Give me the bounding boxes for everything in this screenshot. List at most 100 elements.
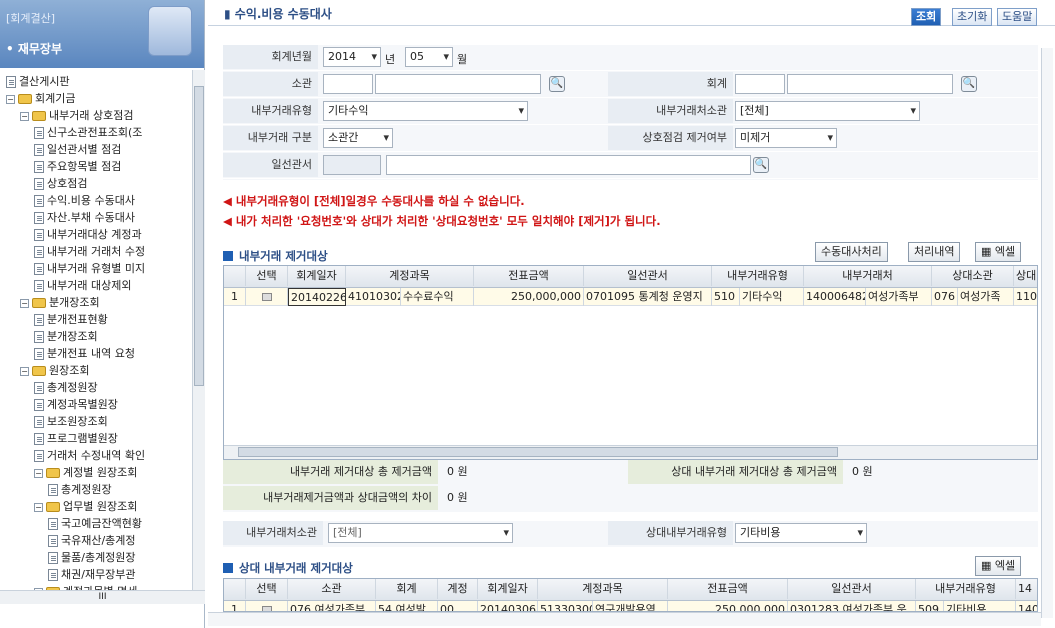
history-button[interactable]: 처리내역: [908, 242, 961, 262]
tree-item[interactable]: 국유재산/총계정: [48, 533, 136, 549]
column-header[interactable]: 상대: [1014, 266, 1037, 286]
column-header[interactable]: 계정과목: [346, 266, 474, 286]
tree-item[interactable]: 총계정원장: [34, 380, 98, 396]
manual-reconcile-button[interactable]: 수동대사처리: [815, 242, 888, 262]
exclude-flag-select[interactable]: 미제거: [735, 128, 837, 148]
tree-item[interactable]: 거래처 수정내역 확인: [34, 448, 145, 464]
partner-ministry-select-2[interactable]: [전체]: [328, 523, 513, 543]
account-name-input[interactable]: [787, 74, 953, 94]
tree-toggle-icon[interactable]: −: [34, 468, 43, 478]
main-horizontal-scrollbar[interactable]: [208, 612, 1041, 626]
tree-item[interactable]: 계정과목별원장: [34, 397, 118, 413]
column-header[interactable]: 내부거래유형: [712, 266, 804, 286]
excel-button[interactable]: ▦ 엑셀: [975, 242, 1022, 262]
tree-item[interactable]: 내부거래대상 계정과: [34, 227, 142, 243]
cp-type-select[interactable]: 기타비용: [735, 523, 867, 543]
tree-toggle-icon[interactable]: −: [34, 502, 43, 512]
tree-toggle-icon[interactable]: −: [20, 111, 29, 121]
ministry-code-input[interactable]: [323, 74, 373, 94]
office-code-input[interactable]: [323, 155, 381, 175]
tree-item[interactable]: 보조원장조회: [34, 414, 108, 430]
column-header[interactable]: 회계일자: [478, 579, 538, 599]
tree-item-label: 거래처 수정내역 확인: [47, 449, 146, 462]
tree-item[interactable]: 분개장조회: [34, 329, 98, 345]
tree-item[interactable]: − 업무별 원장조회: [34, 499, 137, 515]
tree-item[interactable]: − 회계기금: [6, 91, 75, 107]
tree-item[interactable]: 총계정원장: [48, 482, 112, 498]
column-header[interactable]: 선택: [246, 579, 288, 599]
office-search-icon[interactable]: 🔍: [753, 157, 769, 173]
column-header[interactable]: 계정과목: [538, 579, 668, 599]
help-button[interactable]: 도움말: [997, 8, 1038, 26]
reset-button[interactable]: 초기화: [952, 8, 993, 26]
sidebar-title[interactable]: • 재무장부: [6, 40, 62, 57]
column-header[interactable]: 전표금액: [668, 579, 788, 599]
row-select-cell[interactable]: [246, 601, 288, 611]
trade-type-select[interactable]: 기타수익: [323, 101, 528, 121]
tree-item[interactable]: − 내부거래 상호점검: [20, 108, 133, 124]
search-button[interactable]: 조회: [911, 8, 942, 26]
tree-item[interactable]: 채권/재무장부관: [48, 567, 136, 583]
column-header[interactable]: 일선관서: [788, 579, 916, 599]
table-row[interactable]: 1 20140226 41010302 수수료수익 250,000,000 07…: [224, 288, 1037, 306]
tree-item[interactable]: 국고예금잔액현황: [48, 516, 142, 532]
row-checkbox[interactable]: [261, 293, 272, 301]
column-header[interactable]: 소관: [288, 579, 376, 599]
tree-item[interactable]: 내부거래 거래처 수정: [34, 244, 145, 260]
date-cell[interactable]: 20140226: [288, 288, 346, 306]
tree-item[interactable]: 내부거래 유형별 미지: [34, 261, 145, 277]
scrollbar-thumb[interactable]: [194, 86, 204, 386]
excel-button-2[interactable]: ▦ 엑셀: [975, 556, 1022, 576]
column-header[interactable]: 14: [1016, 579, 1037, 599]
year-select[interactable]: 2014: [323, 47, 381, 67]
tree-item-label: 결산게시판: [19, 75, 70, 88]
tree-toggle-icon[interactable]: −: [6, 94, 15, 104]
document-icon: [34, 314, 44, 326]
tree-item[interactable]: 신구소관전표조회(조: [34, 125, 142, 141]
tree-item[interactable]: 내부거래 대상제외: [34, 278, 131, 294]
grid-horizontal-scrollbar[interactable]: [224, 445, 1037, 459]
tree-item[interactable]: 수익.비용 수동대사: [34, 193, 135, 209]
tree-item-label: 내부거래 거래처 수정: [47, 245, 146, 258]
acct-cell: 00: [438, 601, 478, 611]
tree-item[interactable]: 결산게시판: [6, 74, 70, 90]
tree-item-label: 자산.부채 수동대사: [47, 211, 135, 224]
column-header[interactable]: 선택: [246, 266, 288, 286]
column-header[interactable]: 전표금액: [474, 266, 584, 286]
trade-div-select[interactable]: 소관간: [323, 128, 393, 148]
main-vertical-scrollbar[interactable]: [1041, 48, 1053, 618]
scrollbar-thumb[interactable]: [238, 447, 838, 457]
ministry-search-icon[interactable]: 🔍: [549, 76, 565, 92]
tree-item[interactable]: 분개전표 내역 요청: [34, 346, 135, 362]
partner-ministry-select[interactable]: [전체]: [735, 101, 920, 121]
tree-item[interactable]: 분개전표현황: [34, 312, 108, 328]
row-select-cell[interactable]: [246, 288, 288, 306]
column-header[interactable]: 상대소관: [932, 266, 1014, 286]
column-header[interactable]: 회계일자: [288, 266, 346, 286]
tree-item[interactable]: 상호점검: [34, 176, 87, 192]
column-header[interactable]: 내부거래유형: [916, 579, 1016, 599]
tree-item[interactable]: − 분개장조회: [20, 295, 100, 311]
tree-toggle-icon[interactable]: −: [20, 298, 29, 308]
sidebar-vertical-scrollbar[interactable]: [192, 70, 205, 590]
tree-item[interactable]: 프로그램별원장: [34, 431, 118, 447]
ministry-name-input[interactable]: [375, 74, 541, 94]
account-code-input[interactable]: [735, 74, 785, 94]
tree-item[interactable]: 주요항목별 점검: [34, 159, 121, 175]
column-header[interactable]: 일선관서: [584, 266, 712, 286]
tree-item[interactable]: 물품/총계정원장: [48, 550, 136, 566]
trade-div-label: 내부거래 구분: [223, 126, 318, 150]
tree-item[interactable]: − 원장조회: [20, 363, 89, 379]
account-search-icon[interactable]: 🔍: [961, 76, 977, 92]
tree-item[interactable]: − 계정별 원장조회: [34, 465, 137, 481]
column-header[interactable]: 계정: [438, 579, 478, 599]
column-header[interactable]: 회계: [376, 579, 438, 599]
tree-item[interactable]: 자산.부채 수동대사: [34, 210, 135, 226]
month-select[interactable]: 05: [405, 47, 453, 67]
tree-item[interactable]: 일선관서별 점검: [34, 142, 121, 158]
tree-toggle-icon[interactable]: −: [20, 366, 29, 376]
sidebar-horizontal-scrollbar[interactable]: III: [0, 590, 205, 604]
column-header[interactable]: 내부거래처: [804, 266, 932, 286]
table-row[interactable]: 1 076 여성가족부 54 여성발 00 20140306 51330300 …: [224, 601, 1037, 611]
office-name-input[interactable]: [386, 155, 751, 175]
